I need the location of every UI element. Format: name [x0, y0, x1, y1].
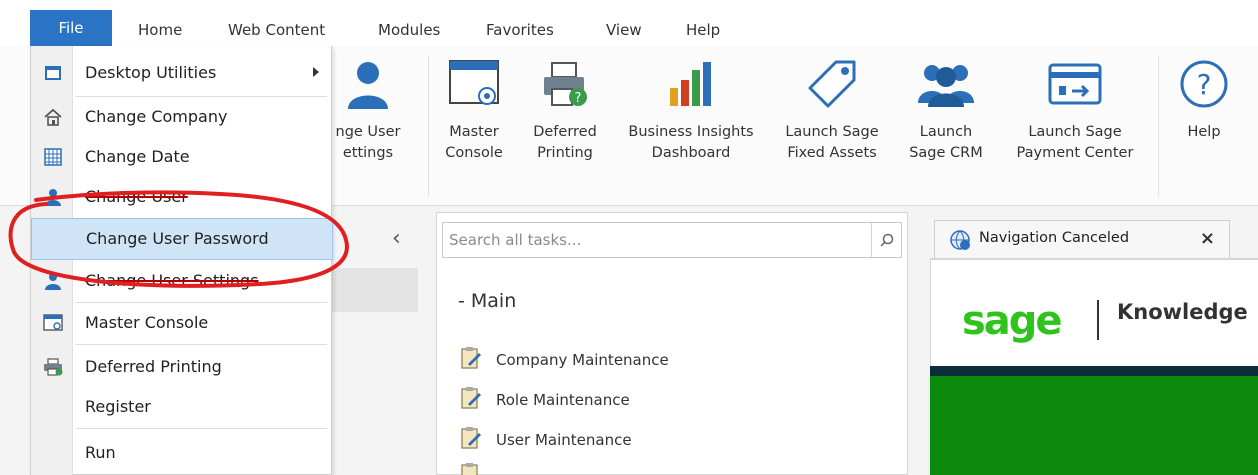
menu-tab-help[interactable]: Help: [686, 21, 720, 39]
menu-item-change-user-settings[interactable]: Change User Settings: [31, 260, 333, 302]
ribbon-deferred-printing-button[interactable]: ? Deferred Printing: [520, 46, 610, 196]
menu-item-label: Change User Password: [86, 229, 269, 248]
menu-tab-home[interactable]: Home: [138, 21, 182, 39]
svg-text:?: ?: [575, 91, 582, 106]
menu-item-change-user-password[interactable]: Change User Password: [31, 218, 333, 260]
ribbon-label: nge User ettings: [335, 124, 401, 161]
task-label: User Maintenance: [496, 431, 632, 449]
ribbon-master-console-button[interactable]: Master Console: [434, 46, 514, 196]
menu-item-change-date[interactable]: Change Date: [31, 136, 333, 178]
menu-item-label: Deferred Printing: [85, 357, 222, 376]
task-group-title[interactable]: - Main: [458, 290, 516, 312]
menu-item-change-company[interactable]: Change Company: [31, 96, 333, 138]
help-icon: ?: [1172, 54, 1236, 114]
ribbon-label: Launch Sage Payment Center: [1016, 124, 1134, 161]
printer-icon: [43, 357, 63, 377]
browser-tab-title: Navigation Canceled: [979, 230, 1130, 246]
menu-item-label: Change Date: [85, 147, 190, 166]
menu-separator: [75, 428, 327, 429]
browser-tab[interactable]: Navigation Canceled ×: [934, 220, 1230, 258]
menu-item-change-user[interactable]: Change User: [31, 176, 333, 218]
menu-tab-favorites[interactable]: Favorites: [486, 21, 554, 39]
close-icon[interactable]: ×: [1200, 228, 1215, 249]
menu-item-label: Change Company: [85, 107, 228, 126]
ribbon-change-user-settings-button[interactable]: nge User ettings: [320, 46, 416, 196]
menu-item-label: Register: [85, 397, 151, 416]
menu-item-label: Desktop Utilities: [85, 63, 217, 82]
ribbon-help-button[interactable]: ? Help: [1164, 46, 1244, 196]
task-item-role-maintenance[interactable]: Role Maintenance: [460, 386, 630, 414]
desktop-icon: [43, 63, 63, 83]
task-clipboard-icon: [460, 346, 482, 374]
search-input[interactable]: [449, 229, 869, 251]
collapse-panel-chevron-icon[interactable]: ‹: [392, 226, 401, 251]
header-band: [930, 366, 1258, 376]
menu-separator: [75, 344, 327, 345]
menu-item-label: Change User: [85, 187, 188, 206]
task-label: Role Maintenance: [496, 391, 630, 409]
menu-item-desktop-utilities[interactable]: Desktop Utilities: [31, 52, 333, 94]
banner-band: [930, 376, 1258, 475]
navigation-selected-item[interactable]: [330, 268, 418, 312]
payment-card-icon: [1043, 54, 1107, 114]
sage-logo: sage: [962, 298, 1063, 344]
user-icon: [43, 187, 63, 207]
svg-text:?: ?: [1197, 68, 1212, 101]
menu-bar: File Home Web Content Modules Favorites …: [0, 0, 1258, 46]
menu-item-run[interactable]: Run: [31, 432, 333, 474]
submenu-arrow-icon: [313, 67, 319, 77]
ribbon-label: Help: [1187, 124, 1221, 140]
task-item-company-maintenance[interactable]: Company Maintenance: [460, 346, 669, 374]
task-label: Company Maintenance: [496, 351, 669, 369]
ribbon-label: Master Console: [445, 124, 503, 161]
task-clipboard-icon: [460, 386, 482, 414]
search-box[interactable]: [442, 222, 902, 258]
file-dropdown-menu: Desktop Utilities Change Company Change …: [30, 46, 333, 475]
menu-item-deferred-printing[interactable]: Deferred Printing: [31, 346, 333, 388]
task-clipboard-icon: [460, 462, 482, 475]
menu-item-label: Run: [85, 443, 116, 462]
printer-icon: ?: [533, 54, 597, 114]
globe-warning-icon: [949, 229, 971, 255]
users-icon: [914, 54, 978, 114]
menu-tab-modules[interactable]: Modules: [378, 21, 440, 39]
navigation-panel: [330, 206, 420, 475]
ribbon-label: Business Insights Dashboard: [628, 124, 754, 161]
calendar-icon: [43, 147, 63, 167]
ribbon-launch-sage-crm-button[interactable]: Launch Sage CRM: [896, 46, 996, 196]
task-item-user-maintenance[interactable]: User Maintenance: [460, 426, 632, 454]
menu-tab-view[interactable]: View: [606, 21, 642, 39]
menu-tab-web-content[interactable]: Web Content: [228, 21, 325, 39]
menu-item-register[interactable]: Register: [31, 386, 333, 428]
menu-item-master-console[interactable]: Master Console: [31, 302, 333, 344]
ribbon-separator: [1158, 56, 1159, 196]
ribbon-launch-payment-center-button[interactable]: Launch Sage Payment Center: [1002, 46, 1148, 196]
menu-item-label: Master Console: [85, 313, 209, 332]
ribbon-business-insights-button[interactable]: Business Insights Dashboard: [616, 46, 766, 196]
master-console-icon: [442, 54, 506, 114]
ribbon-label: Launch Sage CRM: [909, 124, 983, 161]
user-icon: [336, 54, 400, 114]
menu-item-label: Change User Settings: [85, 271, 259, 290]
bar-chart-icon: [659, 54, 723, 114]
ribbon-label: Deferred Printing: [533, 124, 597, 161]
home-icon: [43, 107, 63, 127]
file-menu-tab[interactable]: File: [30, 10, 112, 46]
task-clipboard-icon: [460, 426, 482, 454]
ribbon-launch-fixed-assets-button[interactable]: Launch Sage Fixed Assets: [774, 46, 890, 196]
user-settings-icon: [43, 271, 63, 291]
search-icon[interactable]: [871, 223, 901, 257]
browser-content-border: [930, 258, 1258, 260]
logo-divider: [1097, 300, 1099, 340]
ribbon-label: Launch Sage Fixed Assets: [785, 124, 879, 161]
knowledgebase-heading: Knowledge: [1117, 300, 1248, 324]
tag-icon: [800, 54, 864, 114]
task-item-partial[interactable]: [460, 462, 482, 475]
ribbon-separator: [428, 56, 429, 196]
master-console-icon: [43, 313, 63, 333]
